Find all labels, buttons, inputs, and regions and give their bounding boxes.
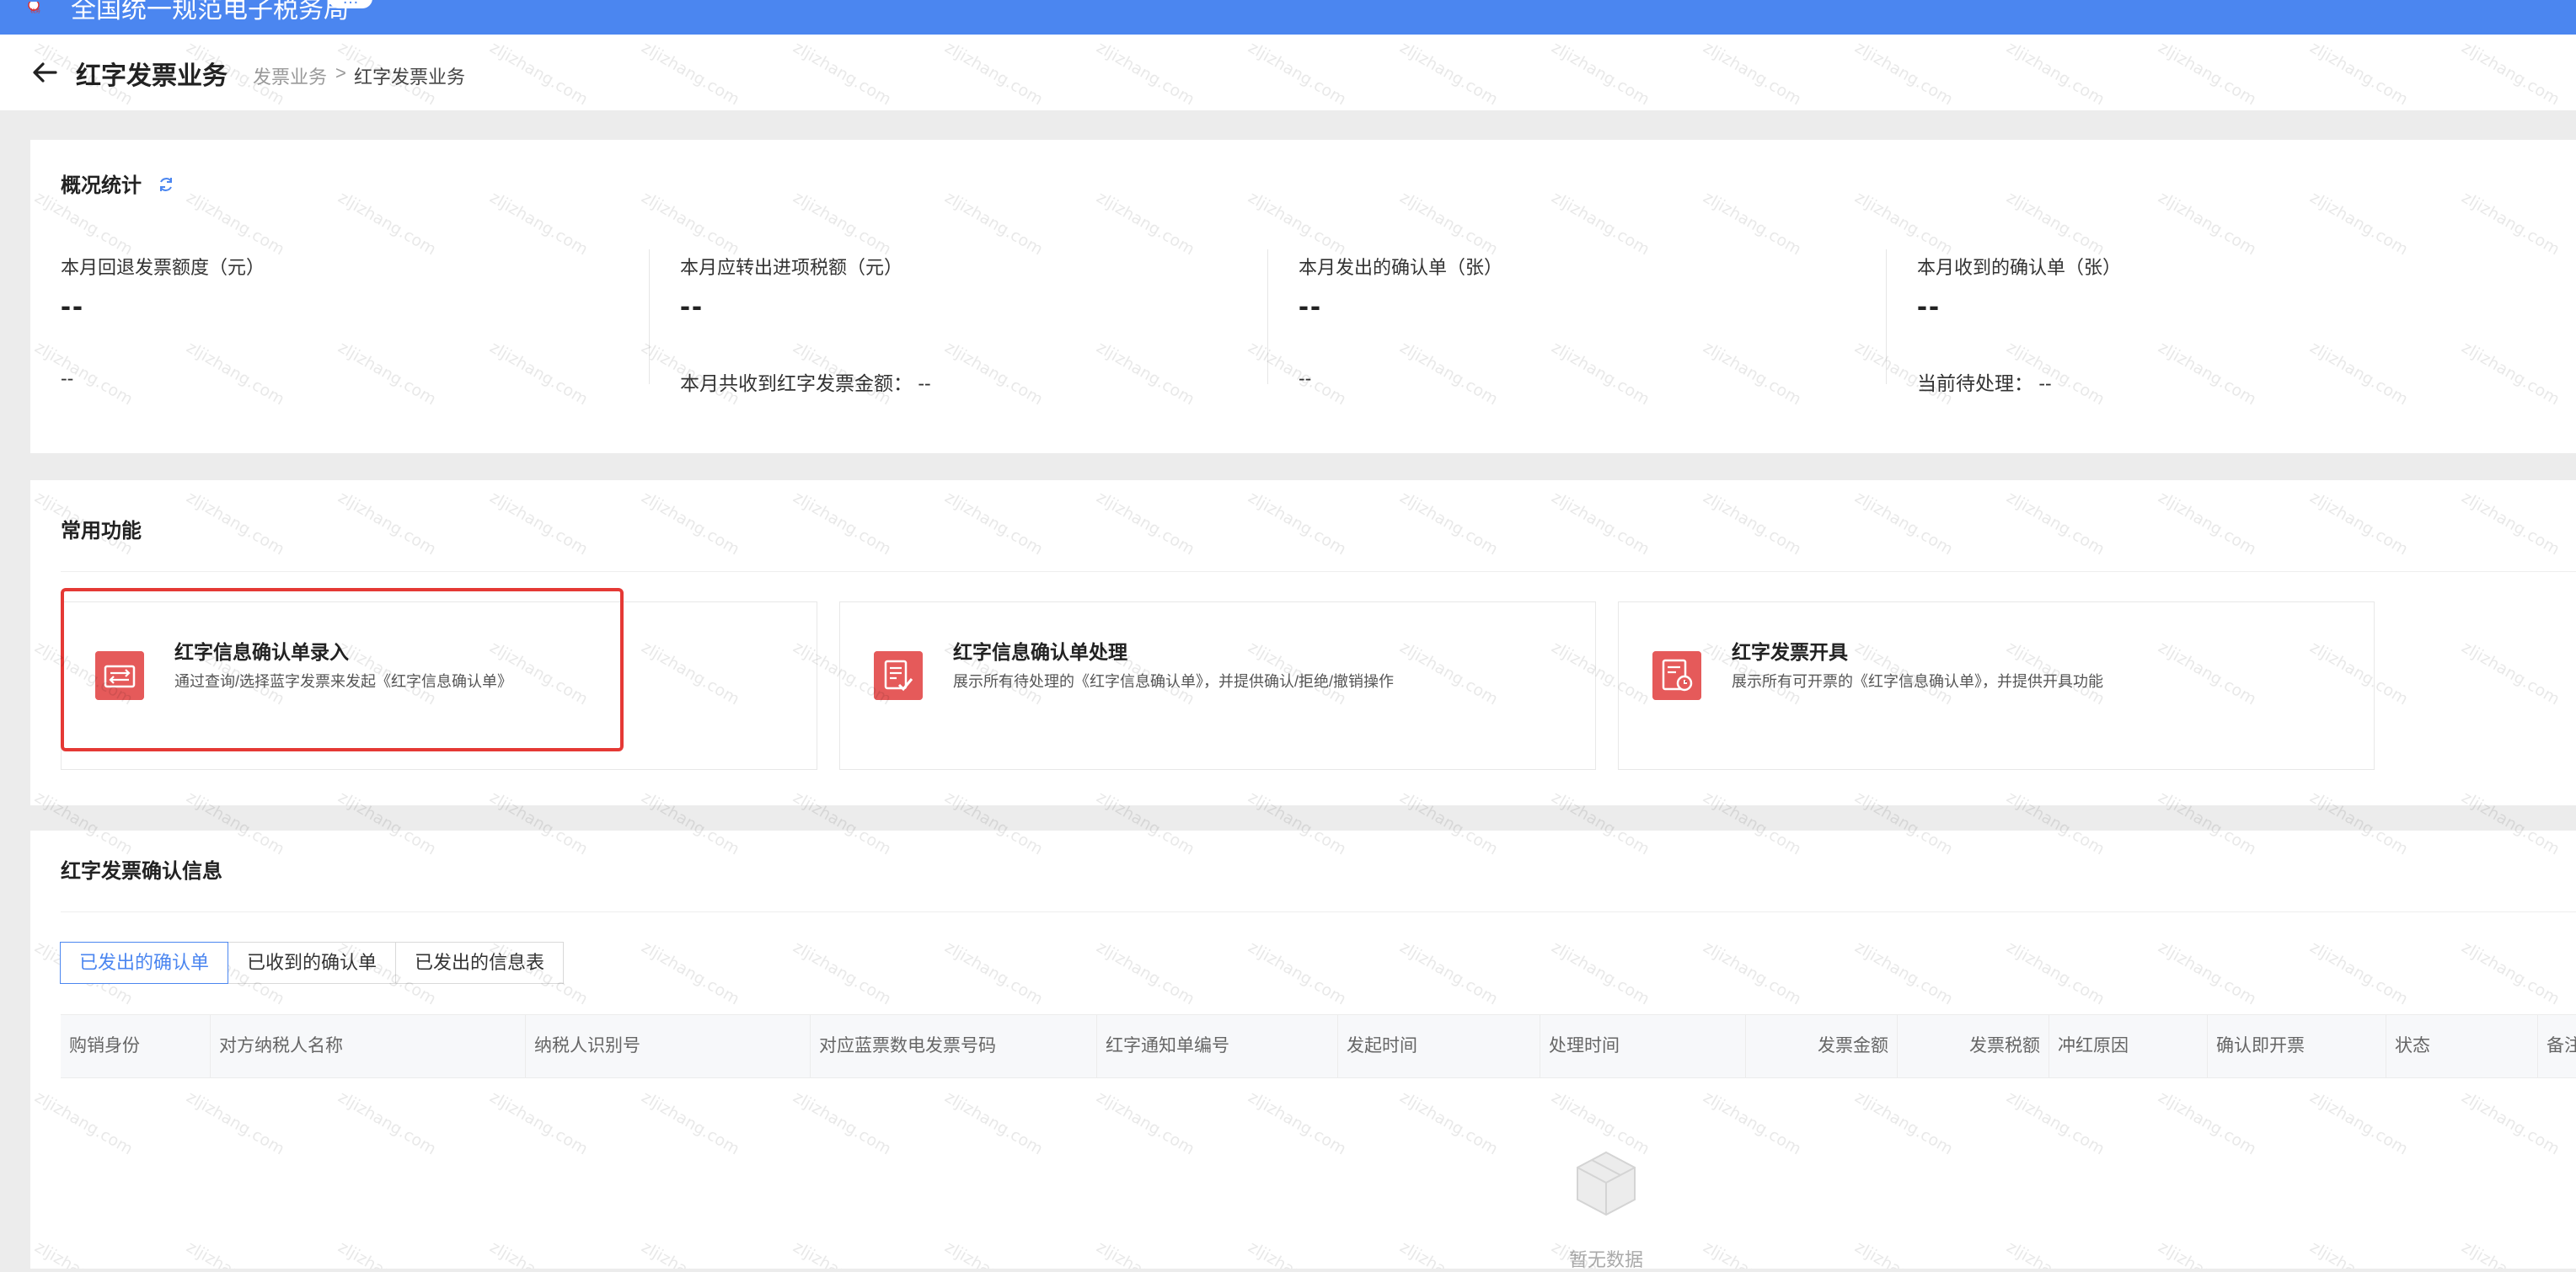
column-header[interactable]: 确认即开票 [2208,1015,2386,1077]
stat-input-tax-transfer: 本月应转出进项税额（元） -- 本月共收到红字发票金额： -- [650,140,1270,453]
logo-text: 税务 [30,8,40,13]
stat-sub: 本月共收到红字发票金额： -- [680,372,931,394]
breadcrumb-invoice-business[interactable]: 发票业务 [253,62,327,89]
card-desc: 展示所有可开票的《红字信息确认单》，并提供开具功能 [1732,673,2103,690]
stat-sub: -- [61,367,74,389]
card-red-invoice-issue[interactable]: 红字发票开具 展示所有可开票的《红字信息确认单》，并提供开具功能 [1618,601,2375,770]
column-header[interactable]: 状态 [2386,1015,2538,1077]
column-header[interactable]: 对应蓝票数电发票号码 [811,1015,1097,1077]
document-clock-icon [1652,651,1701,700]
divider [61,571,2576,572]
empty-state-text: 暂无数据 [1569,1249,1644,1270]
card-title: 红字信息确认单处理 [953,641,1127,663]
logo-icon: 税务 [28,2,40,13]
tab-group: 已发出的确认单 已收到的确认单 已发出的信息表 [60,942,565,984]
tab-received-confirmations[interactable]: 已收到的确认单 [228,942,397,984]
document-check-icon [874,651,923,700]
column-header[interactable]: 发起时间 [1338,1015,1540,1077]
card-title: 红字发票开具 [1732,641,1848,663]
stat-value: -- [1299,288,1322,323]
stat-returned-quota: 本月回退发票额度（元） -- -- [30,140,651,453]
table-header: 购销身份 对方纳税人名称 纳税人识别号 对应蓝票数电发票号码 红字通知单编号 发… [61,1014,2576,1078]
column-header[interactable]: 发票税额 [1898,1015,2049,1077]
stat-sub: -- [1299,367,1312,389]
column-header[interactable]: 备注 [2538,1015,2576,1077]
overview-panel: 概况统计 本月回退发票额度（元） -- -- 本月应转出进项税额（元） -- 本… [30,140,2576,453]
column-header[interactable]: 冲红原因 [2049,1015,2208,1077]
column-header[interactable]: 红字通知单编号 [1097,1015,1338,1077]
stat-sub: 当前待处理： -- [1917,372,2052,394]
divider [61,911,2576,912]
stat-value: -- [1917,288,1941,323]
tab-sent-confirmations[interactable]: 已发出的确认单 [60,942,229,984]
breadcrumb-separator: > [335,62,346,83]
arrow-left-icon[interactable] [30,60,59,85]
tab-sent-info-sheets[interactable]: 已发出的信息表 [395,942,565,984]
status-badge[interactable]: … [329,0,372,8]
confirmation-info-panel: 红字发票确认信息 已发出的确认单 已收到的确认单 已发出的信息表 购销身份 对方… [30,831,2576,1270]
empty-box-icon [1577,1151,1636,1216]
stat-label: 本月回退发票额度（元） [61,257,265,278]
common-functions-title: 常用功能 [61,520,142,542]
common-functions-panel: 常用功能 红字信息确认单录入 通过查询/选择蓝字发票来发起《红字信息确认单》 红… [30,480,2576,805]
column-header[interactable]: 处理时间 [1540,1015,1746,1077]
card-desc: 展示所有待处理的《红字信息确认单》，并提供确认/拒绝/撤销操作 [953,673,1394,690]
breadcrumb-current: 红字发票业务 [354,67,466,88]
stat-label: 本月应转出进项税额（元） [680,257,903,278]
stat-sent-confirmations: 本月发出的确认单（张） -- -- [1268,140,1888,453]
column-header[interactable]: 纳税人识别号 [526,1015,811,1077]
highlight-box [61,588,624,751]
stat-label: 本月收到的确认单（张） [1917,257,2122,278]
stat-received-confirmations: 本月收到的确认单（张） -- 当前待处理： -- [1887,140,2507,453]
page-header: 红字发票业务 发票业务 > 红字发票业务 [0,35,2576,110]
stat-value: -- [61,288,84,323]
column-header[interactable]: 发票金额 [1746,1015,1898,1077]
confirmation-info-title: 红字发票确认信息 [61,860,222,883]
top-bar: 税务 全国统一规范电子税务局 … [0,0,2576,35]
app-title: 全国统一规范电子税务局 [71,0,349,24]
page-title: 红字发票业务 [76,62,228,90]
stat-value: -- [680,288,704,323]
column-header[interactable]: 对方纳税人名称 [211,1015,526,1077]
stat-label: 本月发出的确认单（张） [1299,257,1503,278]
column-header[interactable]: 购销身份 [61,1015,211,1077]
card-confirmation-processing[interactable]: 红字信息确认单处理 展示所有待处理的《红字信息确认单》，并提供确认/拒绝/撤销操… [839,601,1596,770]
